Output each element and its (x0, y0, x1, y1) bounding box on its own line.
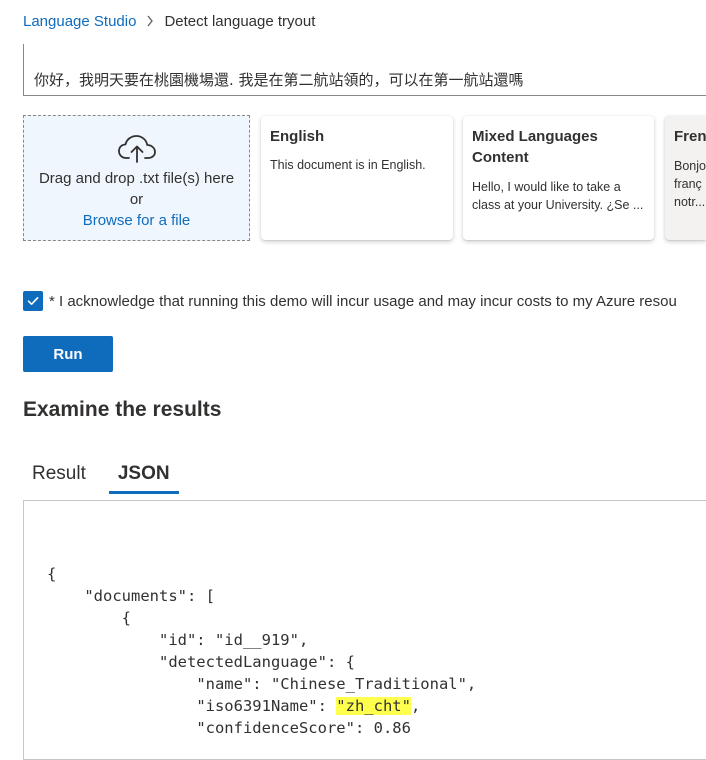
tab-result[interactable]: Result (23, 459, 95, 491)
sample-card-english[interactable]: English This document is in English. (261, 116, 453, 240)
sample-card-mixed-languages[interactable]: Mixed Languages Content Hello, I would l… (463, 116, 654, 240)
dropzone-instruction: Drag and drop .txt file(s) here (38, 170, 235, 187)
sample-card-body: Bonjo franç notr... (674, 159, 706, 209)
sample-card-body: Hello, I would like to take a class at y… (472, 180, 644, 212)
json-line: { (47, 565, 57, 583)
file-dropzone[interactable]: Drag and drop .txt file(s) here or Brows… (23, 115, 250, 241)
breadcrumb: Language Studio Detect language tryout (23, 11, 315, 31)
dropzone-or: or (129, 191, 144, 208)
acknowledge-text: * I acknowledge that running this demo w… (49, 292, 677, 310)
json-line: , (410, 697, 421, 715)
sample-card-title: Mixed Languages Content (472, 128, 598, 166)
json-line: "detectedLanguage": { (158, 653, 355, 671)
results-tabs: Result JSON (23, 459, 179, 494)
breadcrumb-language-studio[interactable]: Language Studio (23, 13, 136, 30)
chevron-right-icon (146, 15, 154, 27)
sample-card-french[interactable]: Fren Bonjo franç notr... (665, 116, 706, 240)
json-line: "id": "id__919", (158, 631, 309, 649)
tab-json[interactable]: JSON (108, 459, 179, 494)
acknowledge-checkbox[interactable] (23, 291, 43, 311)
breadcrumb-current-page: Detect language tryout (164, 12, 316, 30)
json-code: { "documents": [ { "id": "id__919", "det… (24, 501, 706, 739)
sample-card-title: English (270, 128, 325, 145)
document-text-input[interactable]: 你好，我明天要在桃園機場還. 我是在第二航站領的，可以在第一航站還嗎 (23, 44, 706, 96)
json-line: { (121, 609, 131, 627)
results-heading: Examine the results (23, 398, 222, 421)
json-line: "confidenceScore": 0.86 (196, 719, 411, 737)
json-line: "iso6391Name": (196, 697, 337, 715)
json-output-panel: { "documents": [ { "id": "id__919", "det… (23, 500, 706, 760)
json-line: "documents": [ (84, 587, 215, 605)
acknowledge-row: * I acknowledge that running this demo w… (23, 291, 677, 311)
highlighted-iso-value: "zh_cht" (336, 697, 411, 715)
run-button[interactable]: Run (23, 336, 113, 372)
browse-file-link[interactable]: Browse for a file (83, 210, 191, 231)
sample-card-body: This document is in English. (270, 158, 426, 172)
cloud-upload-icon (117, 134, 157, 164)
sample-card-title: Fren (674, 128, 706, 145)
json-line: "name": "Chinese_Traditional", (196, 675, 477, 693)
checkmark-icon (27, 297, 39, 305)
